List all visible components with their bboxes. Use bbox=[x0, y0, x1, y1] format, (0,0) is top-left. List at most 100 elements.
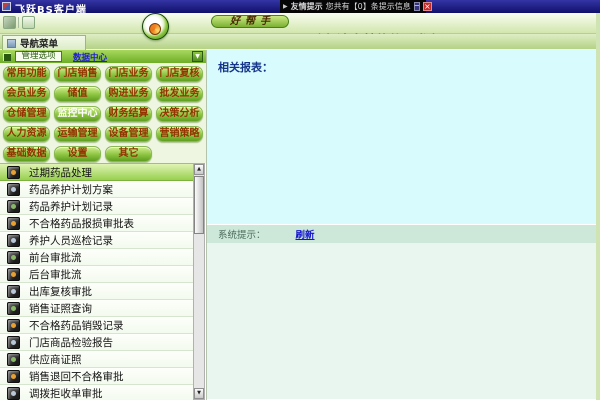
category-button-decision[interactable]: 决策分析 bbox=[156, 106, 203, 122]
destruction-record-icon bbox=[7, 319, 20, 332]
menu-item-label: 过期药品处理 bbox=[29, 165, 92, 180]
category-button-marketing[interactable]: 营销策略 bbox=[156, 126, 203, 142]
loss-report-icon bbox=[7, 217, 20, 230]
category-button-monitoring[interactable]: 监控中心 bbox=[54, 106, 101, 122]
inspection-record-icon bbox=[7, 234, 20, 247]
category-button-transport[interactable]: 运输管理 bbox=[54, 126, 101, 142]
menu-item[interactable]: 药品养护计划记录 bbox=[0, 198, 193, 215]
category-button-warehouse[interactable]: 仓储管理 bbox=[3, 106, 50, 122]
window-right-border bbox=[596, 13, 600, 400]
menu-item[interactable]: 供应商证照 bbox=[0, 351, 193, 368]
menu-item-label: 调拨拒收单审批 bbox=[29, 386, 103, 400]
menu-item[interactable]: 后台审批流 bbox=[0, 266, 193, 283]
category-button-base-data[interactable]: 基础数据 bbox=[3, 146, 50, 162]
tab-navigation-menu[interactable]: 导航菜单 bbox=[2, 35, 86, 50]
scroll-down-icon[interactable]: ▼ bbox=[194, 388, 204, 399]
menu-item-label: 供应商证照 bbox=[29, 352, 82, 367]
category-button-wholesale[interactable]: 批发业务 bbox=[156, 86, 203, 102]
related-reports-area: 相关报表： bbox=[207, 50, 596, 224]
menu-item-label: 前台审批流 bbox=[29, 250, 82, 265]
menu-item-label: 出库复核审批 bbox=[29, 284, 92, 299]
user-tool-icon[interactable] bbox=[3, 16, 16, 29]
play-icon[interactable]: ▶ bbox=[283, 3, 288, 10]
front-approval-icon bbox=[7, 251, 20, 264]
menu-item-label: 销售退回不合格审批 bbox=[29, 369, 124, 384]
title-bar: 飞跃BS客户端 ▶ 友情提示 您共有【0】条提示信息 ─ × bbox=[0, 0, 600, 13]
menu-item-label: 不合格药品报损审批表 bbox=[29, 216, 134, 231]
system-tip-label: 系统提示： bbox=[218, 227, 266, 241]
scroll-up-icon[interactable]: ▲ bbox=[194, 164, 204, 175]
close-button[interactable]: × bbox=[423, 2, 432, 11]
supplier-license-icon bbox=[7, 353, 20, 366]
related-reports-label: 相关报表： bbox=[218, 61, 273, 74]
function-menu-list: 过期药品处理 药品养护计划方案 药品养护计划记录 不合格药品报损审批表 养护人员… bbox=[0, 163, 193, 400]
inspection-report-icon bbox=[7, 336, 20, 349]
refresh-link[interactable]: 刷新 bbox=[296, 227, 315, 241]
category-grid: 常用功能 门店销售 门店业务 门店复核 会员业务 储值 购进业务 批发业务 仓储… bbox=[0, 63, 206, 163]
nav-tab-label: 导航菜单 bbox=[20, 36, 58, 50]
grid-icon bbox=[3, 53, 11, 61]
menu-item[interactable]: 销售退回不合格审批 bbox=[0, 368, 193, 385]
category-row: 仓储管理 监控中心 财务结算 决策分析 bbox=[0, 103, 206, 123]
tips-message: 您共有【0】条提示信息 bbox=[326, 1, 411, 12]
maintenance-plan-icon bbox=[7, 183, 20, 196]
category-row: 基础数据 设置 其它 bbox=[0, 143, 206, 163]
app-window: 飞跃BS客户端 ▶ 友情提示 您共有【0】条提示信息 ─ × olive-sof… bbox=[0, 0, 600, 400]
menu-item[interactable]: 不合格药品报损审批表 bbox=[0, 215, 193, 232]
tips-label[interactable]: 友情提示 bbox=[291, 1, 323, 12]
notification-area: ▶ 友情提示 您共有【0】条提示信息 ─ × bbox=[280, 0, 426, 13]
category-row: 会员业务 储值 购进业务 批发业务 bbox=[0, 83, 206, 103]
menu-scrollbar[interactable]: ▲ ▼ bbox=[193, 163, 205, 400]
category-button-store-sales[interactable]: 门店销售 bbox=[54, 66, 101, 82]
manage-options-button[interactable]: 管理选项 bbox=[15, 51, 62, 62]
category-row: 常用功能 门店销售 门店业务 门店复核 bbox=[0, 63, 206, 83]
menu-item[interactable]: 不合格药品销毁记录 bbox=[0, 317, 193, 334]
category-button-settings[interactable]: 设置 bbox=[54, 146, 101, 162]
category-button-store-review[interactable]: 门店复核 bbox=[156, 66, 203, 82]
band-dropdown-button[interactable]: ▼ bbox=[192, 51, 203, 62]
menu-item[interactable]: 养护人员巡检记录 bbox=[0, 232, 193, 249]
maintenance-record-icon bbox=[7, 200, 20, 213]
window-tool-icon[interactable] bbox=[22, 16, 35, 29]
menu-item[interactable]: 调拨拒收单审批 bbox=[0, 385, 193, 400]
category-button-store-business[interactable]: 门店业务 bbox=[105, 66, 152, 82]
menu-item-label: 门店商品检验报告 bbox=[29, 335, 113, 350]
menu-item-label: 后台审批流 bbox=[29, 267, 82, 282]
expired-drug-icon bbox=[7, 166, 20, 179]
category-button-hr[interactable]: 人力资源 bbox=[3, 126, 50, 142]
menu-item[interactable]: 出库复核审批 bbox=[0, 283, 193, 300]
menu-item-label: 养护人员巡检记录 bbox=[29, 233, 113, 248]
tab-strip: 导航菜单 bbox=[0, 34, 600, 50]
menu-item-label: 销售证照查询 bbox=[29, 301, 92, 316]
menu-item[interactable]: 销售证照查询 bbox=[0, 300, 193, 317]
brand-logo-icon bbox=[142, 13, 169, 40]
options-band: 管理选项 数据中心 ▼ bbox=[0, 50, 206, 63]
menu-item[interactable]: 门店商品检验报告 bbox=[0, 334, 193, 351]
category-button-common[interactable]: 常用功能 bbox=[3, 66, 50, 82]
brand-name-badge: 好帮手 bbox=[211, 15, 289, 28]
menu-item[interactable]: 过期药品处理 bbox=[0, 164, 193, 181]
outbound-review-icon bbox=[7, 285, 20, 298]
category-button-stored-value[interactable]: 储值 bbox=[54, 86, 101, 102]
nav-tab-icon bbox=[7, 39, 16, 48]
data-center-link[interactable]: 数据中心 bbox=[73, 51, 107, 63]
category-row: 人力资源 运输管理 设备管理 营销策略 bbox=[0, 123, 206, 143]
category-button-finance[interactable]: 财务结算 bbox=[105, 106, 152, 122]
system-message-area bbox=[207, 243, 596, 399]
scrollbar-thumb[interactable] bbox=[194, 176, 204, 234]
license-query-icon bbox=[7, 302, 20, 315]
app-icon bbox=[2, 2, 11, 11]
back-approval-icon bbox=[7, 268, 20, 281]
menu-item[interactable]: 药品养护计划方案 bbox=[0, 181, 193, 198]
category-button-other[interactable]: 其它 bbox=[105, 146, 152, 162]
transfer-reject-icon bbox=[7, 387, 20, 400]
toolbar-divider bbox=[18, 17, 19, 28]
menu-item-label: 药品养护计划方案 bbox=[29, 182, 113, 197]
minimize-button[interactable]: ─ bbox=[414, 2, 420, 11]
category-button-purchase[interactable]: 购进业务 bbox=[105, 86, 152, 102]
category-button-member[interactable]: 会员业务 bbox=[3, 86, 50, 102]
category-button-equipment[interactable]: 设备管理 bbox=[105, 126, 152, 142]
menu-item[interactable]: 前台审批流 bbox=[0, 249, 193, 266]
header-bar: olive-software.com 哈尔滨奥林软件开发有限公司 bbox=[0, 13, 600, 34]
menu-item-label: 药品养护计划记录 bbox=[29, 199, 113, 214]
